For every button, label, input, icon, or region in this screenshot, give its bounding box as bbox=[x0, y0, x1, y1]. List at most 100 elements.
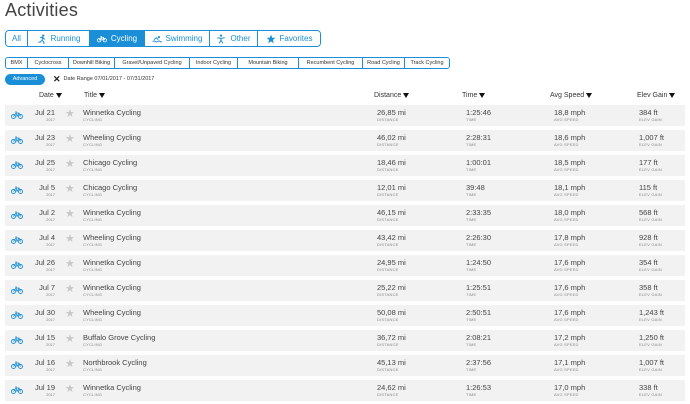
subtab-bmx[interactable]: BMX bbox=[6, 58, 28, 68]
activity-time: 2:26:30 bbox=[466, 233, 492, 242]
activity-title-link[interactable]: Winnetka Cycling bbox=[83, 208, 141, 217]
activity-title-link[interactable]: Wheeling Cycling bbox=[83, 133, 141, 142]
table-row[interactable]: Jul 21 2017 ★ Winnetka Cycling CYCLING 2… bbox=[5, 105, 685, 126]
table-row[interactable]: Jul 7 2017 ★ Winnetka Cycling CYCLING 25… bbox=[5, 280, 685, 301]
activity-title-link[interactable]: Winnetka Cycling bbox=[83, 258, 141, 267]
favorite-star-icon[interactable]: ★ bbox=[65, 359, 75, 370]
advanced-button[interactable]: Advanced bbox=[5, 73, 45, 85]
subtab-indoor-cycling[interactable]: Indoor Cycling bbox=[190, 58, 238, 68]
activity-avg-speed: 18,1 mph bbox=[554, 183, 586, 192]
favorite-star-icon[interactable]: ★ bbox=[65, 159, 75, 170]
subtab-mountain-biking[interactable]: Mountain Biking bbox=[238, 58, 299, 68]
favorite-star-icon[interactable]: ★ bbox=[65, 209, 75, 220]
subtab-track-cycling[interactable]: Track Cycling bbox=[405, 58, 449, 68]
table-row[interactable]: Jul 25 2017 ★ Chicago Cycling CYCLING 18… bbox=[5, 155, 685, 176]
subtab-road-cycling[interactable]: Road Cycling bbox=[363, 58, 405, 68]
tab-swimming[interactable]: Swimming bbox=[145, 31, 210, 46]
activity-distance: 24,95 mi bbox=[377, 258, 406, 267]
table-row[interactable]: Jul 2 2017 ★ Winnetka Cycling CYCLING 46… bbox=[5, 205, 685, 226]
activity-title-link[interactable]: Wheeling Cycling bbox=[83, 233, 141, 242]
elev-gain-label: ELEV GAIN bbox=[639, 167, 662, 172]
elev-gain-label: ELEV GAIN bbox=[639, 342, 662, 347]
activity-elev-gain: 177 ft bbox=[639, 158, 658, 167]
column-header-avg-speed[interactable]: Avg Speed bbox=[550, 92, 593, 99]
avg-speed-label: AVG SPEED bbox=[554, 317, 579, 322]
activity-date: Jul 23 bbox=[34, 133, 55, 142]
favorite-star-icon[interactable]: ★ bbox=[65, 234, 75, 245]
activity-year: 2017 bbox=[46, 192, 55, 197]
favorite-star-icon[interactable]: ★ bbox=[65, 134, 75, 145]
subtab-gravel-unpaved-cycling[interactable]: Gravel/Unpaved Cycling bbox=[115, 58, 190, 68]
activity-type-label: CYCLING bbox=[83, 367, 103, 372]
activity-date: Jul 5 bbox=[39, 183, 55, 192]
activity-type-label: CYCLING bbox=[83, 392, 103, 397]
activity-title-link[interactable]: Winnetka Cycling bbox=[83, 283, 141, 292]
table-row[interactable]: Jul 26 2017 ★ Winnetka Cycling CYCLING 2… bbox=[5, 255, 685, 276]
activity-avg-speed: 17,6 mph bbox=[554, 283, 586, 292]
activity-title-link[interactable]: Chicago Cycling bbox=[83, 158, 137, 167]
table-row[interactable]: Jul 4 2017 ★ Wheeling Cycling CYCLING 43… bbox=[5, 230, 685, 251]
sort-icon bbox=[98, 93, 105, 98]
tab-favorites[interactable]: Favorites bbox=[258, 31, 320, 46]
distance-label: DISTANCE bbox=[377, 117, 399, 122]
subtab-cyclocross[interactable]: Cyclocross bbox=[28, 58, 69, 68]
activity-time: 1:26:53 bbox=[466, 383, 492, 392]
activity-time: 1:00:01 bbox=[466, 158, 492, 167]
column-header-distance[interactable]: Distance bbox=[374, 92, 410, 99]
other-icon bbox=[216, 33, 226, 44]
activity-year: 2017 bbox=[46, 142, 55, 147]
column-header-time[interactable]: Time bbox=[462, 92, 486, 99]
activity-distance: 36,72 mi bbox=[377, 333, 406, 342]
favorite-star-icon[interactable]: ★ bbox=[65, 184, 75, 195]
activity-avg-speed: 17,2 mph bbox=[554, 333, 586, 342]
elev-gain-label: ELEV GAIN bbox=[639, 367, 662, 372]
remove-filter-icon[interactable]: ✕ bbox=[53, 74, 61, 84]
activity-type-label: CYCLING bbox=[83, 167, 103, 172]
activity-distance: 46,02 mi bbox=[377, 133, 406, 142]
bike-icon bbox=[11, 335, 23, 345]
avg-speed-label: AVG SPEED bbox=[554, 392, 579, 397]
column-header-elev-gain[interactable]: Elev Gain bbox=[637, 92, 676, 99]
avg-speed-label: AVG SPEED bbox=[554, 367, 579, 372]
tab-label: Cycling bbox=[110, 34, 138, 43]
tab-running[interactable]: Running bbox=[28, 31, 90, 46]
activity-title-link[interactable]: Northbrook Cycling bbox=[83, 358, 147, 367]
activity-title-link[interactable]: Buffalo Grove Cycling bbox=[83, 333, 155, 342]
activity-title-link[interactable]: Winnetka Cycling bbox=[83, 108, 141, 117]
activity-year: 2017 bbox=[46, 242, 55, 247]
favorite-star-icon[interactable]: ★ bbox=[65, 384, 75, 395]
tab-other[interactable]: Other bbox=[210, 31, 258, 46]
favorite-star-icon[interactable]: ★ bbox=[65, 309, 75, 320]
activity-title-link[interactable]: Wheeling Cycling bbox=[83, 308, 141, 317]
table-row[interactable]: Jul 16 2017 ★ Northbrook Cycling CYCLING… bbox=[5, 355, 685, 376]
activity-elev-gain: 115 ft bbox=[639, 183, 658, 192]
subtab-recumbent-cycling[interactable]: Recumbent Cycling bbox=[299, 58, 363, 68]
tab-all[interactable]: All bbox=[6, 31, 28, 46]
favorite-star-icon[interactable]: ★ bbox=[65, 334, 75, 345]
distance-label: DISTANCE bbox=[377, 317, 399, 322]
favorite-star-icon[interactable]: ★ bbox=[65, 109, 75, 120]
table-row[interactable]: Jul 15 2017 ★ Buffalo Grove Cycling CYCL… bbox=[5, 330, 685, 351]
time-label: TIME bbox=[466, 217, 477, 222]
table-row[interactable]: Jul 5 2017 ★ Chicago Cycling CYCLING 12,… bbox=[5, 180, 685, 201]
table-row[interactable]: Jul 19 2017 ★ Winnetka Cycling CYCLING 2… bbox=[5, 380, 685, 401]
favorite-star-icon[interactable]: ★ bbox=[65, 284, 75, 295]
activity-elev-gain: 1,007 ft bbox=[639, 358, 665, 367]
avg-speed-label: AVG SPEED bbox=[554, 217, 579, 222]
activity-title-link[interactable]: Chicago Cycling bbox=[83, 183, 137, 192]
activity-type-label: CYCLING bbox=[83, 342, 103, 347]
subtab-downhill-biking[interactable]: Downhill Biking bbox=[69, 58, 115, 68]
activity-date: Jul 19 bbox=[34, 383, 55, 392]
table-row[interactable]: Jul 23 2017 ★ Wheeling Cycling CYCLING 4… bbox=[5, 130, 685, 151]
activity-year: 2017 bbox=[46, 167, 55, 172]
favorite-star-icon[interactable]: ★ bbox=[65, 259, 75, 270]
table-row[interactable]: Jul 30 2017 ★ Wheeling Cycling CYCLING 5… bbox=[5, 305, 685, 326]
bike-icon bbox=[11, 310, 23, 320]
column-header-date[interactable]: Date bbox=[39, 92, 62, 99]
activity-time: 2:37:56 bbox=[466, 358, 492, 367]
column-header-title[interactable]: Title bbox=[84, 92, 105, 99]
tab-cycling[interactable]: Cycling bbox=[90, 31, 145, 46]
activity-type-tabs: All Running Cycling Swimming Other Favorites bbox=[5, 30, 321, 47]
activity-title-link[interactable]: Winnetka Cycling bbox=[83, 383, 141, 392]
page-title: Activities bbox=[5, 0, 79, 20]
